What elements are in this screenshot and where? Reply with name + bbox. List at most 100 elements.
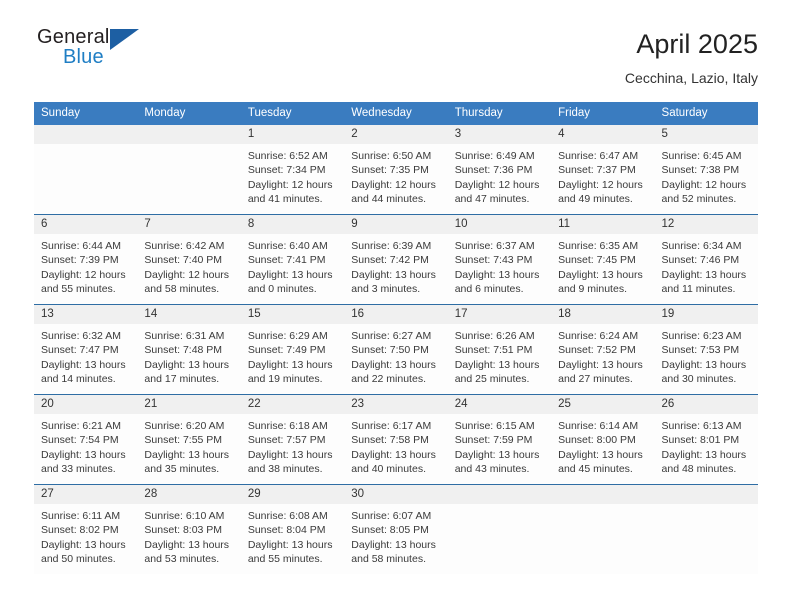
brand-logo[interactable]: General Blue [34,26,154,78]
calendar-day-cell[interactable]: 24 Sunrise: 6:15 AM Sunset: 7:59 PM Dayligh… [447,394,552,485]
calendar-day-cell[interactable]: 13 Sunrise: 6:32 AM Sunset: 7:47 PM Dayligh… [34,304,138,395]
day-details: Sunrise: 6:32 AM Sunset: 7:47 PM Daylight:… [34,324,137,387]
day-number: 30 [344,485,448,504]
sunset-time: Sunset: 7:53 PM [661,344,740,357]
calendar-day-cell[interactable]: 20 Sunrise: 6:21 AM Sunset: 7:54 PM Dayligh… [34,394,138,485]
calendar-day-cell[interactable]: 4 Sunrise: 6:47 AM Sunset: 7:37 PM Daylight… [551,125,655,215]
day-cell-content: 19 Sunrise: 6:23 AM Sunset: 7:53 PM Dayligh… [654,305,758,394]
day-cell-empty [137,125,241,214]
day-cell-content: 11 Sunrise: 6:35 AM Sunset: 7:45 PM Dayligh… [551,215,655,304]
calendar-day-cell[interactable]: 22 Sunrise: 6:18 AM Sunset: 7:57 PM Dayligh… [240,394,345,485]
calendar-day-cell[interactable]: 6 Sunrise: 6:44 AM Sunset: 7:39 PM Daylight… [34,214,138,305]
day-number [551,485,655,504]
daylight-duration-line2: and 9 minutes. [558,283,627,296]
day-number [34,125,138,144]
day-number: 12 [654,215,758,234]
sunset-time: Sunset: 7:57 PM [247,434,326,447]
calendar-day-cell[interactable]: 27 Sunrise: 6:11 AM Sunset: 8:02 PM Dayligh… [34,484,138,574]
sunrise-time: Sunrise: 6:27 AM [351,330,432,342]
day-details: Sunrise: 6:17 AM Sunset: 7:58 PM Daylight:… [344,414,447,477]
day-number [447,485,552,504]
day-details: Sunrise: 6:42 AM Sunset: 7:40 PM Daylight:… [137,234,240,297]
daylight-duration-line1: Daylight: 13 hours [661,358,747,371]
calendar-day-cell[interactable]: 26 Sunrise: 6:13 AM Sunset: 8:01 PM Dayligh… [654,394,758,485]
calendar-day-cell[interactable]: 10 Sunrise: 6:37 AM Sunset: 7:43 PM Dayligh… [447,214,552,305]
day-number: 25 [551,395,655,414]
day-number: 18 [551,305,655,324]
sunrise-time: Sunrise: 6:47 AM [558,150,639,162]
calendar-day-cell[interactable]: 12 Sunrise: 6:34 AM Sunset: 7:46 PM Dayligh… [654,214,758,305]
sunset-time: Sunset: 7:39 PM [41,254,119,267]
day-details: Sunrise: 6:50 AM Sunset: 7:35 PM Daylight:… [344,144,447,207]
calendar-day-cell[interactable]: 16 Sunrise: 6:27 AM Sunset: 7:50 PM Dayligh… [344,304,448,395]
day-cell-content: 13 Sunrise: 6:32 AM Sunset: 7:47 PM Dayligh… [34,305,138,394]
day-cell-content: 29 Sunrise: 6:08 AM Sunset: 8:04 PM Dayligh… [240,485,345,574]
sunrise-time: Sunrise: 6:42 AM [144,240,225,252]
day-details: Sunrise: 6:18 AM Sunset: 7:57 PM Daylight:… [241,414,344,477]
daylight-duration-line1: Daylight: 13 hours [247,448,333,461]
sunrise-time: Sunrise: 6:40 AM [247,240,328,252]
day-cell-content: 6 Sunrise: 6:44 AM Sunset: 7:39 PM Daylight… [34,215,138,304]
daylight-duration-line2: and 3 minutes. [351,283,421,296]
day-details: Sunrise: 6:44 AM Sunset: 7:39 PM Daylight:… [34,234,137,297]
day-details: Sunrise: 6:15 AM Sunset: 7:59 PM Daylight:… [448,414,551,477]
day-number: 5 [654,125,758,144]
daylight-duration-line2: and 58 minutes. [351,553,426,566]
day-number: 2 [344,125,448,144]
sunrise-time: Sunrise: 6:52 AM [247,150,328,162]
daylight-duration-line2: and 25 minutes. [454,373,530,386]
calendar-day-cell[interactable]: 19 Sunrise: 6:23 AM Sunset: 7:53 PM Dayligh… [654,304,758,395]
daylight-duration-line2: and 52 minutes. [661,193,737,206]
calendar-day-cell[interactable]: 29 Sunrise: 6:08 AM Sunset: 8:04 PM Dayligh… [240,484,345,574]
sunrise-time: Sunrise: 6:17 AM [351,420,432,432]
calendar-week-row: 6 Sunrise: 6:44 AM Sunset: 7:39 PM Daylight… [34,214,758,305]
calendar-week-row: 27 Sunrise: 6:11 AM Sunset: 8:02 PM Dayligh… [34,484,758,574]
daylight-duration-line1: Daylight: 13 hours [351,358,436,371]
daylight-duration-line1: Daylight: 12 hours [351,178,436,191]
calendar-day-cell[interactable]: 11 Sunrise: 6:35 AM Sunset: 7:45 PM Dayligh… [551,214,655,305]
sunset-time: Sunset: 7:36 PM [454,164,533,177]
calendar-day-cell[interactable]: 18 Sunrise: 6:24 AM Sunset: 7:52 PM Dayligh… [551,304,655,395]
weekday-header-monday: Monday [137,102,241,125]
sunrise-time: Sunrise: 6:13 AM [661,420,742,432]
calendar-day-cell[interactable]: 15 Sunrise: 6:29 AM Sunset: 7:49 PM Dayligh… [240,304,345,395]
sunrise-time: Sunrise: 6:20 AM [144,420,225,432]
calendar-day-cell[interactable]: 1 Sunrise: 6:52 AM Sunset: 7:34 PM Daylight… [240,125,345,215]
calendar-day-cell[interactable]: 25 Sunrise: 6:14 AM Sunset: 8:00 PM Dayligh… [551,394,655,485]
day-details: Sunrise: 6:31 AM Sunset: 7:48 PM Daylight:… [137,324,240,387]
day-details: Sunrise: 6:26 AM Sunset: 7:51 PM Daylight:… [448,324,551,387]
calendar-day-cell[interactable]: 30 Sunrise: 6:07 AM Sunset: 8:05 PM Dayligh… [344,484,448,574]
calendar-day-cell[interactable]: 5 Sunrise: 6:45 AM Sunset: 7:38 PM Daylight… [654,125,758,215]
calendar-day-cell[interactable]: 23 Sunrise: 6:17 AM Sunset: 7:58 PM Dayligh… [344,394,448,485]
calendar-page: General Blue April 2025 Cecchina, Lazio,… [0,0,792,612]
calendar-day-cell[interactable]: 8 Sunrise: 6:40 AM Sunset: 7:41 PM Daylight… [240,214,345,305]
day-number: 10 [447,215,552,234]
calendar-day-cell[interactable]: 17 Sunrise: 6:26 AM Sunset: 7:51 PM Dayligh… [447,304,552,395]
day-cell-content: 8 Sunrise: 6:40 AM Sunset: 7:41 PM Daylight… [240,215,345,304]
calendar-day-cell[interactable]: 21 Sunrise: 6:20 AM Sunset: 7:55 PM Dayligh… [137,394,241,485]
day-details: Sunrise: 6:39 AM Sunset: 7:42 PM Daylight:… [344,234,447,297]
day-number: 8 [240,215,345,234]
sunset-time: Sunset: 8:02 PM [41,524,119,537]
day-cell-content: 14 Sunrise: 6:31 AM Sunset: 7:48 PM Dayligh… [137,305,241,394]
calendar-day-cell[interactable]: 7 Sunrise: 6:42 AM Sunset: 7:40 PM Daylight… [137,214,241,305]
day-details: Sunrise: 6:27 AM Sunset: 7:50 PM Daylight:… [344,324,447,387]
sunrise-time: Sunrise: 6:31 AM [144,330,225,342]
calendar-day-cell[interactable]: 14 Sunrise: 6:31 AM Sunset: 7:48 PM Dayligh… [137,304,241,395]
calendar-day-cell[interactable]: 2 Sunrise: 6:50 AM Sunset: 7:35 PM Daylight… [344,125,448,215]
calendar-day-cell[interactable]: 3 Sunrise: 6:49 AM Sunset: 7:36 PM Daylight… [447,125,552,215]
sunset-time: Sunset: 7:38 PM [661,164,740,177]
daylight-duration-line2: and 53 minutes. [144,553,220,566]
daylight-duration-line1: Daylight: 13 hours [351,448,436,461]
day-cell-content: 15 Sunrise: 6:29 AM Sunset: 7:49 PM Dayligh… [240,305,345,394]
day-number: 15 [240,305,345,324]
daylight-duration-line2: and 0 minutes. [247,283,317,296]
calendar-day-cell[interactable]: 28 Sunrise: 6:10 AM Sunset: 8:03 PM Dayligh… [137,484,241,574]
day-details: Sunrise: 6:24 AM Sunset: 7:52 PM Daylight:… [551,324,654,387]
blue-triangle-icon [110,29,139,50]
calendar-day-cell[interactable]: 9 Sunrise: 6:39 AM Sunset: 7:42 PM Daylight… [344,214,448,305]
day-details: Sunrise: 6:40 AM Sunset: 7:41 PM Daylight:… [241,234,344,297]
day-details: Sunrise: 6:37 AM Sunset: 7:43 PM Daylight:… [448,234,551,297]
daylight-duration-line1: Daylight: 13 hours [558,448,643,461]
sunset-time: Sunset: 7:58 PM [351,434,429,447]
